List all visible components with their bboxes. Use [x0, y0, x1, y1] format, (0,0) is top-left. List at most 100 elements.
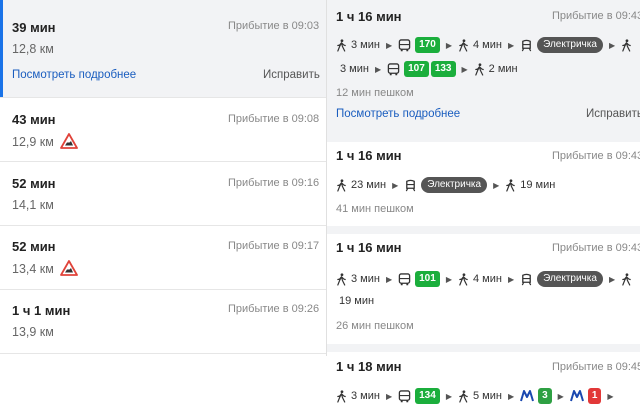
arrival-time: Прибытие в 09:03 — [228, 20, 320, 32]
metro-line-badge: 1 — [587, 388, 602, 404]
card-separator — [327, 226, 640, 234]
arrival-time: Прибытие в 09:16 — [228, 177, 320, 189]
fix-route-link[interactable]: Исправить — [263, 69, 320, 81]
train-icon — [404, 179, 417, 192]
segment-arrow-icon: ▶ — [461, 64, 468, 74]
bus-icon — [398, 273, 411, 286]
route-distance: 13,9 км — [12, 325, 54, 339]
route-duration: 1 ч 1 мин — [12, 303, 71, 318]
route-duration: 52 мин — [12, 239, 56, 254]
transit-route-card-1[interactable]: 1 ч 16 мин Прибытие в 09:43 3 мин ▶ 170 … — [327, 0, 640, 134]
segment-arrow-icon: ▶ — [445, 40, 452, 50]
arrival-time: Прибытие в 09:43 — [552, 150, 640, 162]
walking-person-icon — [505, 179, 516, 192]
route-card-2[interactable]: 43 мин Прибытие в 09:08 12,9 км — [0, 98, 326, 162]
route-duration: 43 мин — [12, 112, 56, 127]
route-duration: 39 мин — [12, 20, 56, 35]
walking-person-icon — [336, 39, 347, 52]
bus-icon — [398, 390, 411, 403]
transit-route-card-2[interactable]: 1 ч 16 мин Прибытие в 09:43 23 мин ▶ Эле… — [327, 142, 640, 226]
route-duration: 1 ч 16 мин — [336, 240, 402, 255]
arrival-time: Прибытие в 09:43 — [552, 10, 640, 22]
walk-time: 2 мин — [488, 63, 518, 75]
road-works-warning-icon — [60, 260, 78, 276]
walk-time: 3 мин — [351, 390, 380, 402]
transit-route-card-3[interactable]: 1 ч 16 мин Прибытие в 09:43 3 мин ▶ 101 … — [327, 234, 640, 344]
bus-route-badge: 107 — [404, 61, 429, 77]
metro-line-badge: 3 — [538, 388, 552, 404]
total-walk-time: 41 мин пешком — [336, 203, 414, 215]
walk-time: 5 мин — [472, 390, 502, 402]
route-duration: 1 ч 18 мин — [336, 359, 402, 374]
segment-arrow-icon: ▶ — [507, 391, 515, 401]
walk-time: 4 мин — [472, 39, 502, 51]
route-distance: 13,4 км — [12, 262, 54, 276]
route-card-4[interactable]: 52 мин Прибытие в 09:17 13,4 км — [0, 226, 326, 290]
segment-arrow-icon: ▶ — [385, 391, 393, 401]
route-segments: 3 мин ▶ 134 ▶ 5 мин ▶ 3 ▶ 1 ▶ — [336, 388, 620, 404]
transit-route-card-4[interactable]: 1 ч 18 мин Прибытие в 09:45 3 мин ▶ 134 … — [327, 352, 640, 411]
road-works-warning-icon — [60, 133, 78, 149]
segment-arrow-icon: ▶ — [374, 64, 382, 74]
walking-person-icon — [474, 63, 485, 76]
metro-icon — [520, 390, 534, 402]
segment-arrow-icon: ▶ — [607, 391, 614, 401]
arrival-time: Прибытие в 09:17 — [228, 240, 320, 252]
route-segments-continued: 3 мин ▶ 107 133 ▶ 2 мин — [340, 61, 518, 77]
metro-icon — [570, 390, 584, 402]
train-badge: Электричка — [421, 177, 488, 193]
walking-person-icon — [621, 273, 632, 286]
route-duration: 1 ч 16 мин — [336, 9, 402, 24]
walk-time: 3 мин — [351, 39, 380, 51]
walking-person-icon — [336, 273, 347, 286]
segment-arrow-icon: ▶ — [608, 40, 616, 50]
walk-time: 19 мин — [339, 295, 375, 307]
selected-indicator — [0, 0, 3, 97]
train-badge: Электричка — [537, 37, 603, 53]
train-badge: Электричка — [537, 271, 603, 287]
card-separator — [327, 344, 640, 352]
segment-arrow-icon: ▶ — [493, 180, 500, 190]
route-card-3[interactable]: 52 мин Прибытие в 09:16 14,1 км — [0, 162, 326, 226]
view-details-link[interactable]: Посмотреть подробнее — [12, 69, 136, 81]
total-walk-time: 12 мин пешком — [336, 87, 414, 99]
route-distance: 12,8 км — [12, 42, 54, 56]
segment-arrow-icon: ▶ — [507, 274, 515, 284]
walking-person-icon — [458, 273, 469, 286]
route-card-5[interactable]: 1 ч 1 мин Прибытие в 09:26 13,9 км — [0, 290, 326, 354]
route-distance: 12,9 км — [12, 135, 54, 149]
walking-person-icon — [336, 390, 347, 403]
walk-time: 3 мин — [340, 63, 369, 75]
segment-arrow-icon: ▶ — [507, 40, 515, 50]
route-segments: 3 мин ▶ 101 ▶ 4 мин ▶ Электричка ▶ — [336, 271, 632, 287]
segment-arrow-icon: ▶ — [385, 40, 393, 50]
bus-icon — [398, 39, 411, 52]
arrival-time: Прибытие в 09:43 — [552, 242, 640, 254]
train-icon — [520, 39, 533, 52]
walk-time: 19 мин — [520, 179, 556, 191]
route-segments: 23 мин ▶ Электричка ▶ 19 мин — [336, 177, 555, 193]
bus-route-badge: 170 — [415, 37, 440, 53]
route-segments: 3 мин ▶ 170 ▶ 4 мин ▶ Электричка ▶ — [336, 37, 632, 53]
bus-route-badge: 133 — [430, 61, 456, 77]
walking-person-icon — [621, 39, 632, 52]
segment-arrow-icon: ▶ — [557, 391, 564, 401]
bus-icon — [387, 63, 400, 76]
walk-time: 23 мин — [351, 179, 387, 191]
segment-arrow-icon: ▶ — [392, 180, 399, 190]
walk-time: 4 мин — [472, 273, 502, 285]
route-segments-continued: 19 мин — [339, 295, 374, 307]
route-duration: 52 мин — [12, 176, 56, 191]
arrival-time: Прибытие в 09:45 — [552, 361, 640, 373]
fix-route-link[interactable]: Исправить — [586, 108, 640, 120]
route-card-1[interactable]: 39 мин Прибытие в 09:03 12,8 км Посмотре… — [0, 0, 326, 98]
card-separator — [327, 134, 640, 142]
route-duration: 1 ч 16 мин — [336, 148, 402, 163]
total-walk-time: 26 мин пешком — [336, 320, 414, 332]
walking-person-icon — [458, 39, 469, 52]
route-distance: 14,1 км — [12, 198, 54, 212]
segment-arrow-icon: ▶ — [445, 274, 452, 284]
view-details-link[interactable]: Посмотреть подробнее — [336, 108, 460, 120]
walking-person-icon — [336, 179, 347, 192]
route-list-right: 1 ч 16 мин Прибытие в 09:43 3 мин ▶ 170 … — [327, 0, 640, 411]
